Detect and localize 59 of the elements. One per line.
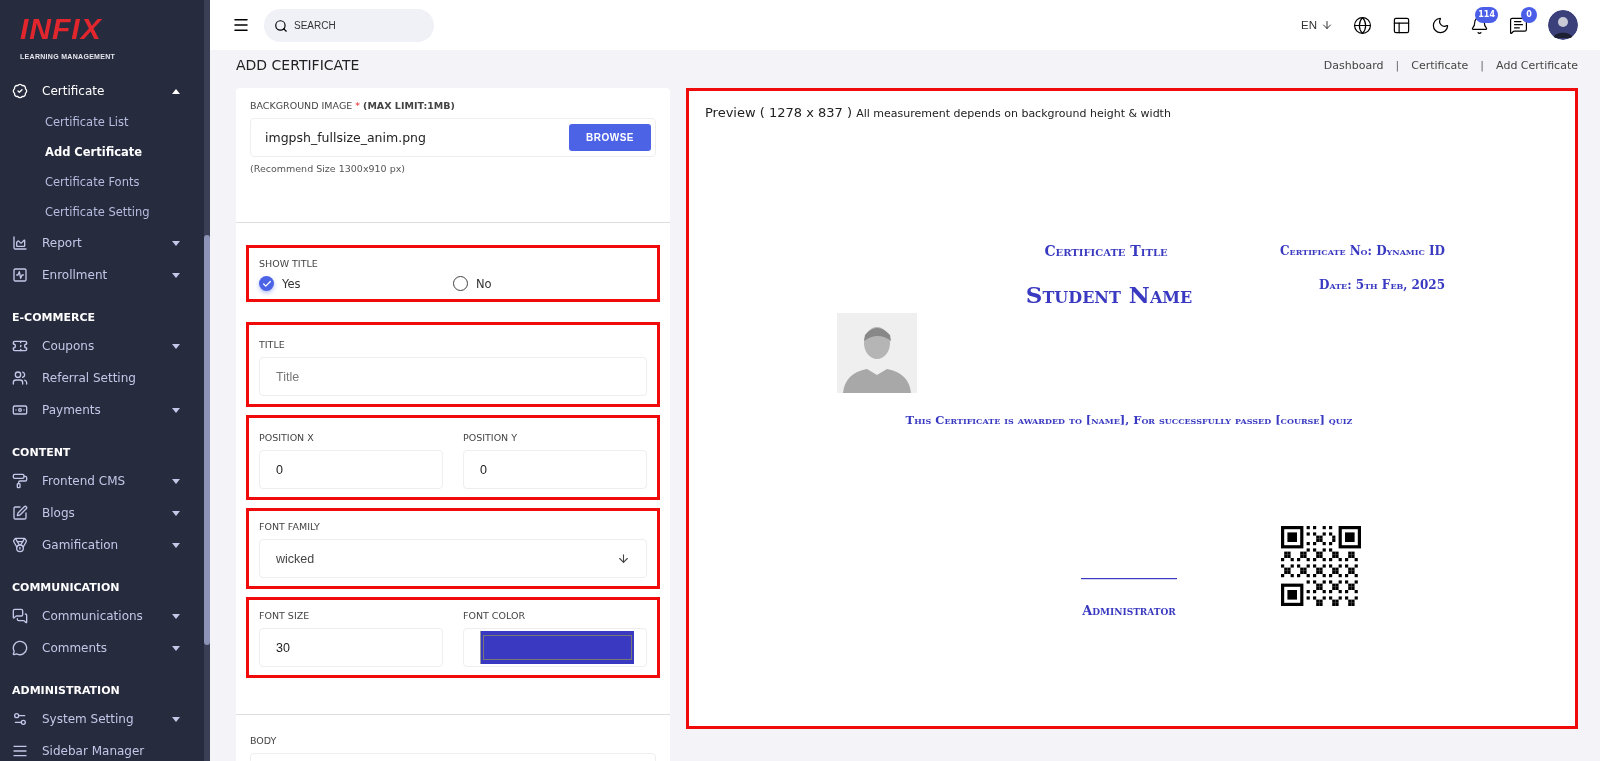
- field-label: TITLE: [259, 339, 286, 350]
- sidebar-item[interactable]: System Setting: [0, 703, 204, 735]
- radio-option[interactable]: Yes: [259, 276, 453, 291]
- sidebar-item[interactable]: Communications: [0, 600, 204, 632]
- sidebar-item[interactable]: Sidebar Manager: [0, 735, 204, 761]
- breadcrumb-separator: |: [1480, 58, 1485, 72]
- sidebar-item[interactable]: Enrollment: [0, 259, 204, 291]
- section-heading: E-COMMERCE: [11, 311, 96, 324]
- position-x-input[interactable]: 0: [259, 450, 443, 489]
- size-hint: (Recommend Size 1300x910 px): [250, 163, 405, 174]
- preview-heading: Preview ( 1278 x 837 ) All measurement depends on background height & width: [704, 104, 1172, 122]
- certificate-title: Certificate Title: [1044, 243, 1168, 259]
- message-badge: 0: [1521, 6, 1537, 23]
- search-field[interactable]: SEARCH: [264, 8, 434, 42]
- font-family-select[interactable]: wicked: [259, 539, 647, 578]
- sidebar-item[interactable]: Payments: [0, 394, 204, 426]
- radio-option[interactable]: No: [453, 276, 647, 291]
- browse-button[interactable]: BROWSE: [569, 124, 651, 151]
- section-heading: COMMUNICATION: [11, 581, 121, 594]
- section-heading: CONTENT: [11, 446, 72, 459]
- breadcrumb-link[interactable]: Add Certificate: [1496, 58, 1578, 72]
- section-heading: ADMINISTRATION: [11, 684, 121, 697]
- sidebar-item[interactable]: Comments: [0, 632, 204, 664]
- field-label: POSITION X: [259, 432, 315, 443]
- certificate-number: Certificate No: Dynamic ID: [1280, 244, 1445, 258]
- sidebar-item[interactable]: Frontend CMS: [0, 465, 204, 497]
- certificate-body: This Certificate is awarded to [name], For successfully passed [course] quiz: [905, 413, 1353, 427]
- page-title: ADD CERTIFICATE: [236, 57, 360, 73]
- breadcrumb-separator: |: [1395, 58, 1400, 72]
- sidebar-item[interactable]: Referral Setting: [0, 362, 204, 394]
- field-label: FONT SIZE: [259, 610, 311, 621]
- position-y-input[interactable]: 0: [463, 450, 647, 489]
- file-field[interactable]: imgpsh_fullsize_anim.png BROWSE: [250, 118, 656, 157]
- field-label: FONT FAMILY: [259, 521, 321, 532]
- field-label: SHOW TITLE: [259, 258, 319, 269]
- breadcrumb-link[interactable]: Dashboard: [1323, 58, 1384, 72]
- signature-line: ________________: [1081, 565, 1177, 579]
- submenu-link[interactable]: Certificate List: [45, 115, 129, 129]
- sidebar-item[interactable]: Certificate: [0, 75, 204, 107]
- font-size-input[interactable]: 30: [259, 628, 443, 667]
- submenu-link[interactable]: Certificate Setting: [45, 205, 150, 219]
- field-label: BODY: [250, 735, 278, 746]
- field-label: POSITION Y: [463, 432, 519, 443]
- signatory: Administrator: [1082, 603, 1176, 618]
- sidebar-item[interactable]: Coupons: [0, 330, 204, 362]
- student-name: Student Name: [1025, 281, 1193, 308]
- sidebar-item[interactable]: Gamification: [0, 529, 204, 561]
- breadcrumb-link[interactable]: Certificate: [1411, 58, 1469, 72]
- sidebar-item[interactable]: Report: [0, 227, 204, 259]
- submenu-link[interactable]: Add Certificate: [45, 145, 143, 159]
- sidebar-item[interactable]: Blogs: [0, 497, 204, 529]
- logo: INFIX: [20, 14, 102, 44]
- title-input[interactable]: Title: [259, 357, 647, 396]
- notification-badge: 114: [1475, 6, 1498, 23]
- submenu-link[interactable]: Certificate Fonts: [45, 175, 140, 189]
- language-selector[interactable]: EN: [1301, 19, 1333, 31]
- field-label: BACKGROUND IMAGE * (MAX LIMIT:1MB): [250, 100, 456, 111]
- field-label: FONT COLOR: [463, 610, 526, 621]
- certificate-date: Date: 5th Feb, 2025: [1319, 278, 1445, 292]
